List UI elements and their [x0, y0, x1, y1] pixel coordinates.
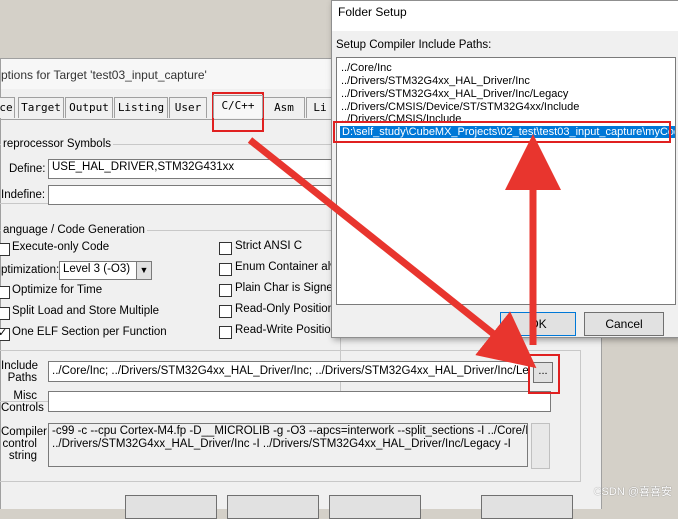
arrow-to-browse-button — [247, 137, 537, 369]
annotation-arrows — [247, 134, 561, 369]
watermark-text: CSDN @喜喜安 — [593, 486, 672, 498]
tab-c-cpp[interactable]: C/C++ — [213, 95, 263, 118]
